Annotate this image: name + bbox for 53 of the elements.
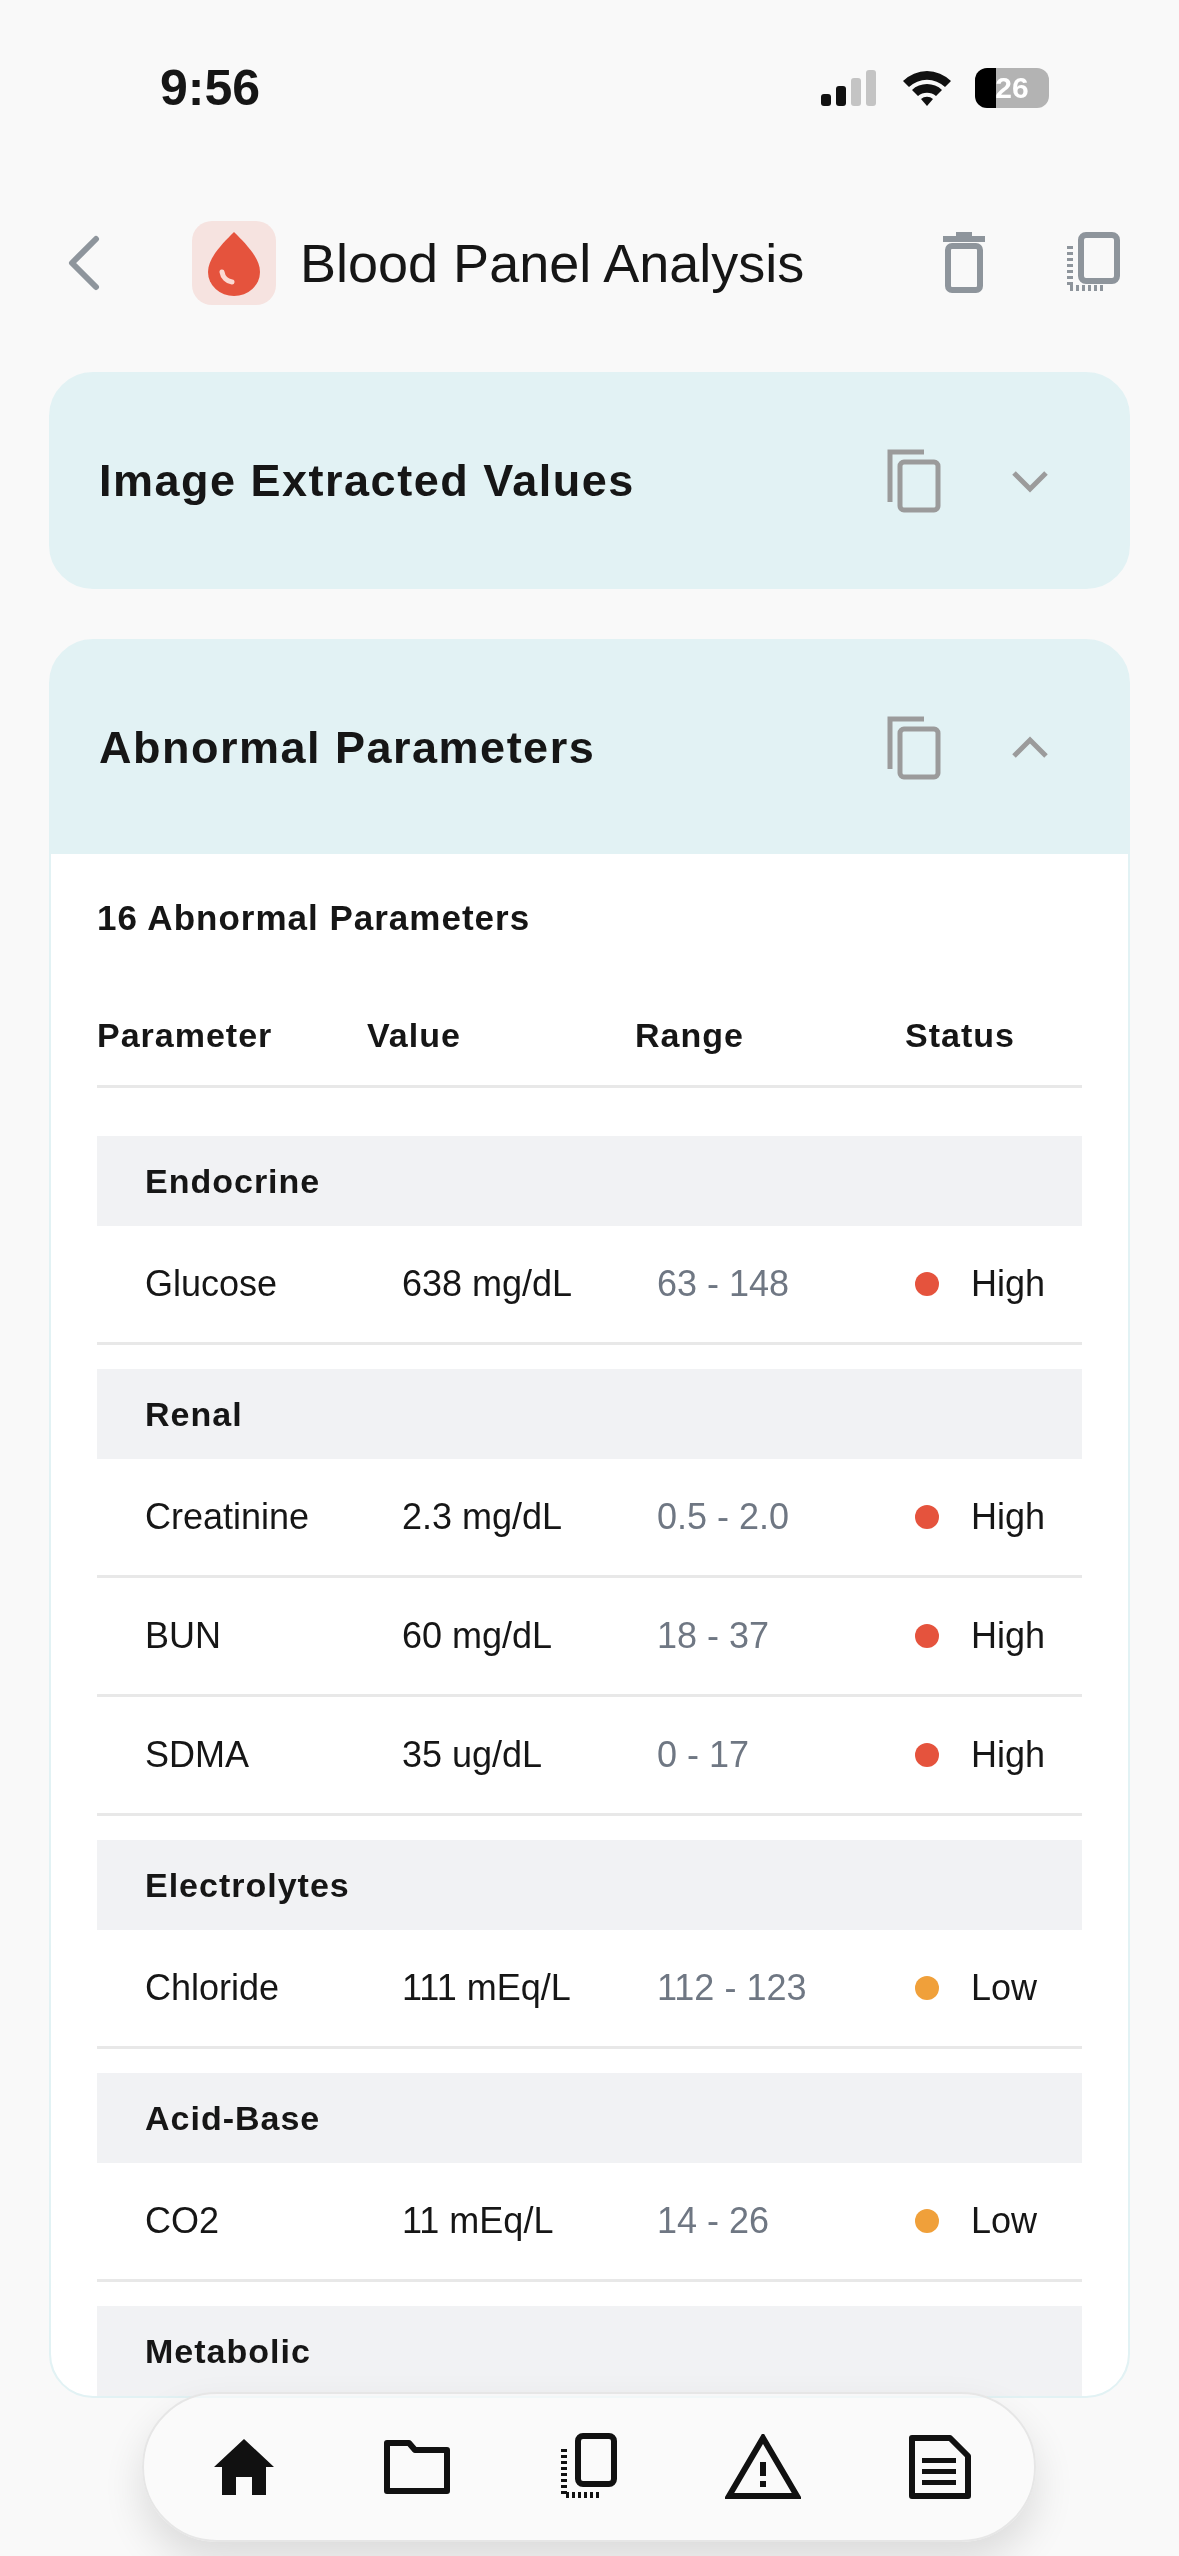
abnormal-count: 16 Abnormal Parameters [97,898,532,938]
status-cell: High [971,1496,1046,1538]
range-cell-text: 0 - 17 [657,1734,751,1776]
group-header: Electrolytes [97,1840,1082,1930]
wifi-icon [901,68,953,107]
group-header: Metabolic [97,2306,1082,2396]
group-header: Endocrine [97,1136,1082,1226]
chevron-button[interactable] [1010,735,1050,760]
status-cell: High [971,1263,1046,1305]
warning-icon[interactable] [725,2434,801,2500]
parameter-cell-text: Creatinine [144,1496,311,1538]
column-header: Status [905,1016,1015,1055]
parameter-cell-text: SDMA [144,1734,250,1776]
range-cell-text: 18 - 37 [657,1615,771,1657]
value-cell-text: 11 mEq/L [402,2200,555,2242]
range-cell-text: 14 - 26 [657,2200,771,2242]
column-header: Parameter [97,1016,274,1055]
home-button[interactable] [212,2437,276,2497]
chevron-button[interactable] [1010,468,1050,493]
copy-icon[interactable] [558,2433,618,2501]
value-cell-text: 60 mg/dL [402,1615,554,1657]
blood-drop-icon [192,220,276,305]
value-cell-text: 111 mEq/L [402,1967,572,2009]
status-time: 9:56 [160,58,261,117]
battery-icon: 26 [975,67,1049,108]
copy-button[interactable] [1065,231,1121,294]
range-cell-text: 112 - 123 [657,1967,808,2009]
range-cell-text: 0.5 - 2.0 [657,1496,791,1538]
status-cell: High [971,1734,1046,1776]
group-header: Acid-Base [97,2073,1082,2163]
folder-icon[interactable] [383,2439,451,2495]
delete-button[interactable] [941,231,987,294]
parameter-cell-text: Glucose [144,1263,279,1305]
copy-button[interactable] [886,447,942,514]
value-cell-text: 35 ug/dL [402,1734,544,1776]
value-cell-text: 638 mg/dL [402,1263,574,1305]
parameter-cell-text: Chloride [144,1967,281,2009]
range-cell-text: 63 - 148 [657,1263,791,1305]
status-cell: High [971,1615,1046,1657]
column-header: Range [635,1016,745,1055]
document-icon[interactable] [908,2434,972,2500]
parameter-cell-text: BUN [144,1615,222,1657]
signal-icon [821,69,879,106]
status-cell: Low [971,2200,1038,2242]
section-title: Abnormal Parameters [99,721,597,774]
value-cell-text: 2.3 mg/dL [402,1496,564,1538]
copy-button[interactable] [886,714,942,781]
page-title: Blood Panel Analysis [300,231,805,294]
status-cell: Low [971,1967,1038,2009]
group-header: Renal [97,1369,1082,1459]
parameter-cell-text: CO2 [144,2200,221,2242]
column-header: Value [367,1016,462,1055]
section-title: Image Extracted Values [99,454,636,507]
